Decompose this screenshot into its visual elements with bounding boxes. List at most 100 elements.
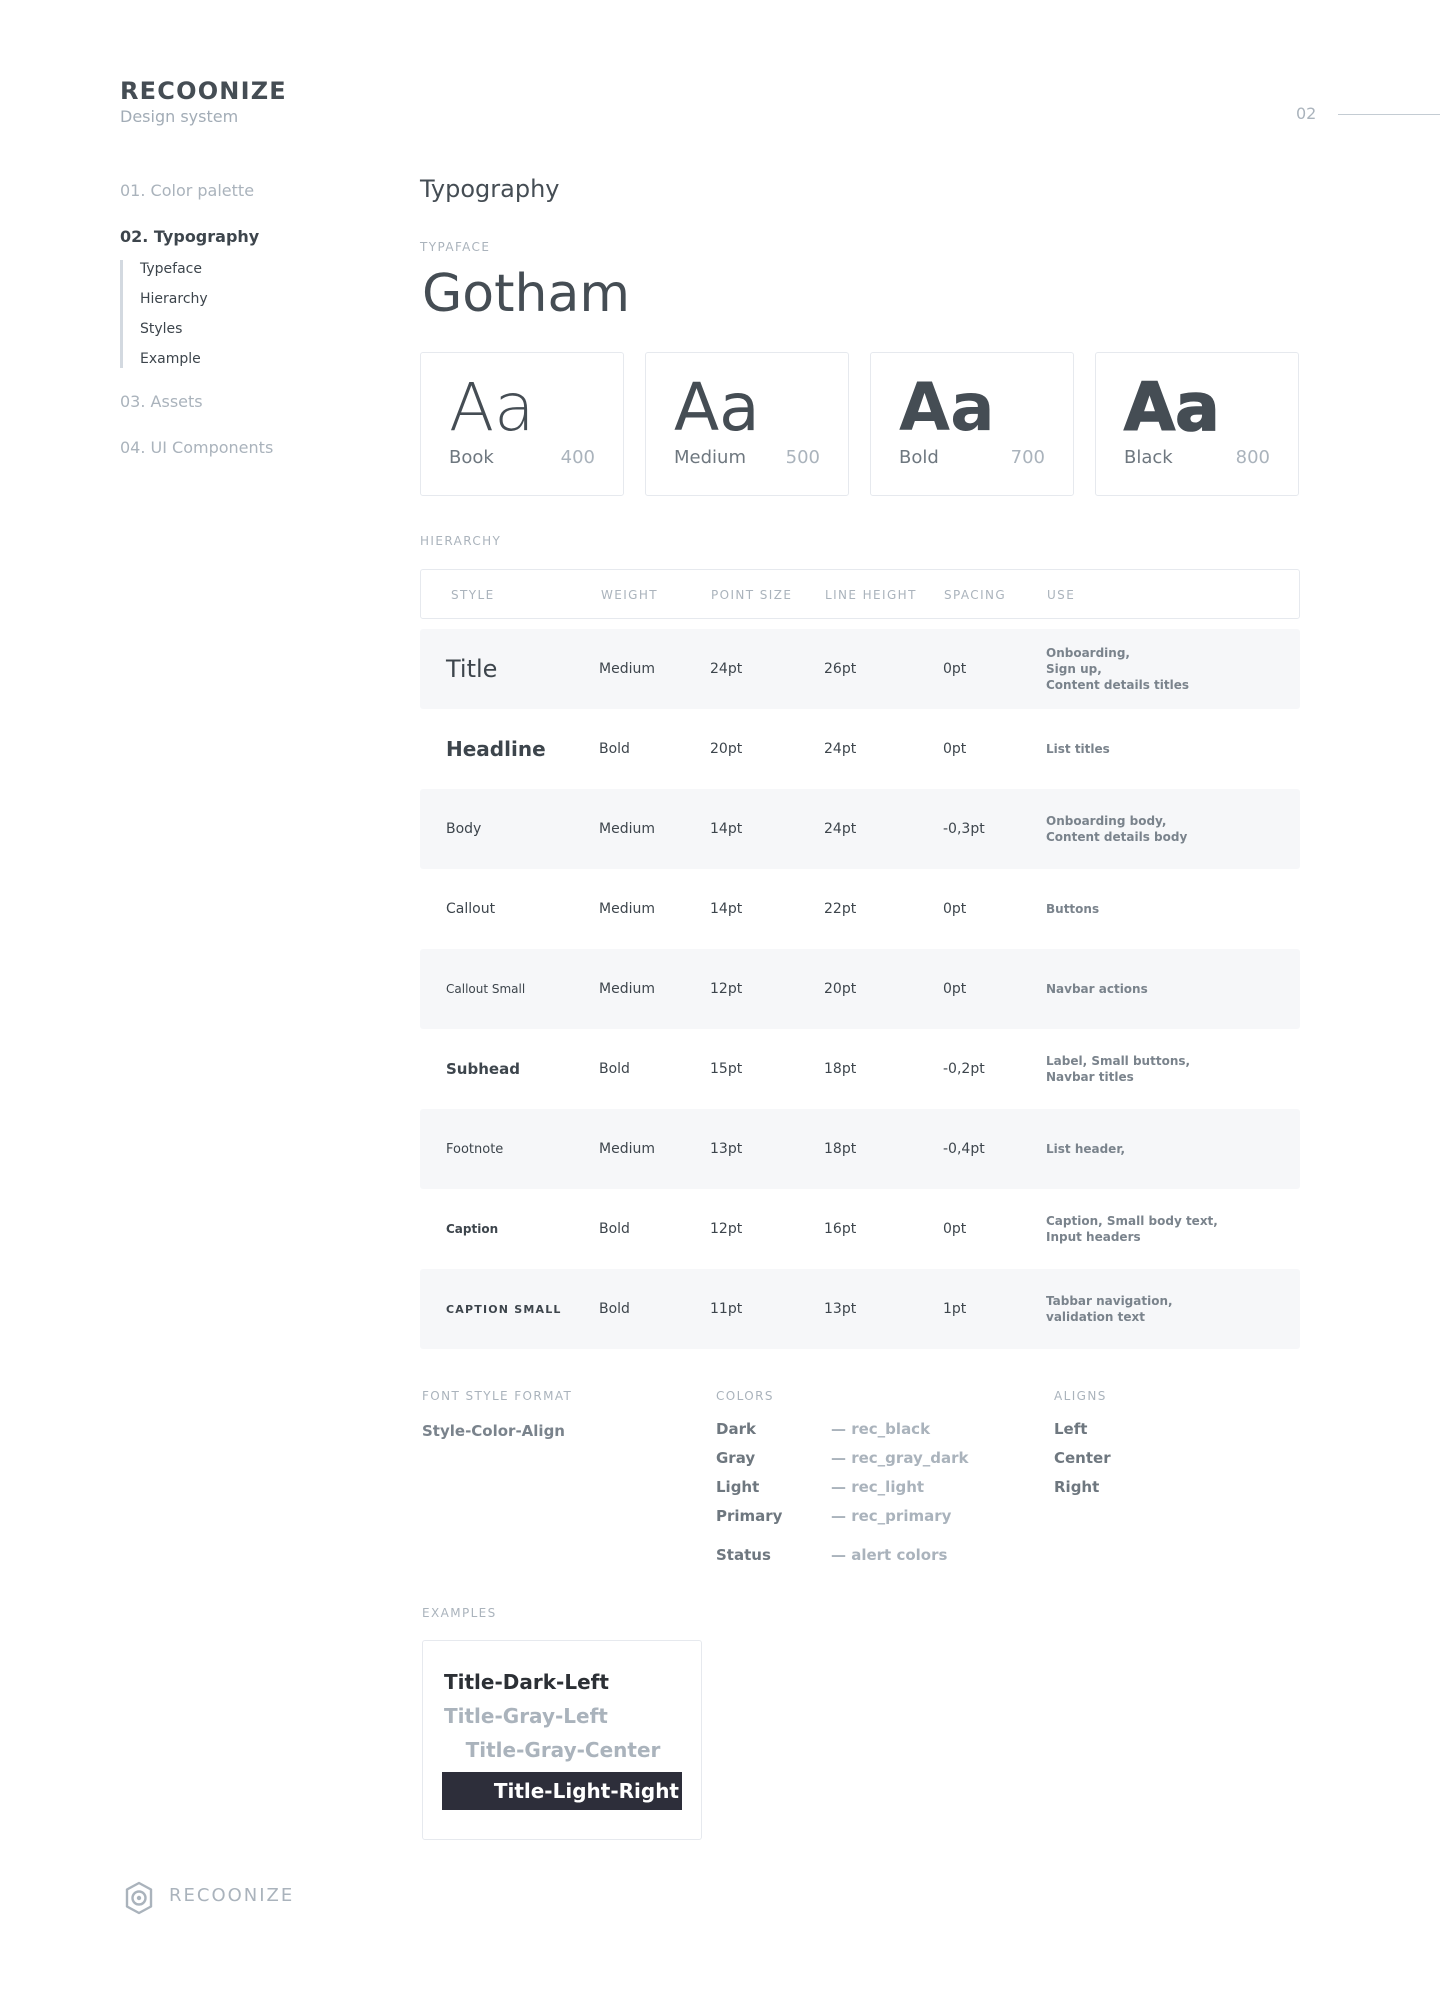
table-row: Title Medium 24pt 26pt 0pt Onboarding, S… (420, 629, 1300, 709)
spacing-cell: 1pt (943, 1301, 967, 1317)
color-row-primary: Primary — rec_primary (716, 1507, 1016, 1536)
use-cell: Label, Small buttons, Navbar titles (1046, 1054, 1191, 1084)
spacing-cell: 0pt (943, 1221, 967, 1237)
table-row: Callout Small Medium 12pt 20pt 0pt Navba… (420, 949, 1300, 1029)
style-cell: Callout Small (446, 982, 526, 996)
examples-box: Title-Dark-Left Title-Gray-Left Title-Gr… (422, 1640, 702, 1840)
brand-name: RECOONIZE (120, 77, 287, 105)
use-cell: Navbar actions (1046, 982, 1148, 996)
spacing-cell: 0pt (943, 661, 967, 677)
aligns-list: Left Center Right (1054, 1420, 1111, 1507)
column-header-spacing: SPACING (944, 588, 1007, 602)
font-style-format-value: Style-Color-Align (422, 1422, 565, 1440)
hierarchy-table-header: STYLE WEIGHT POINT SIZE LINE HEIGHT SPAC… (420, 569, 1300, 619)
typeface-label: TYPAFACE (420, 240, 491, 254)
line-height-cell: 24pt (824, 821, 857, 837)
weight-cell: Medium (599, 661, 655, 677)
spacing-cell: 0pt (943, 981, 967, 997)
size-cell: 14pt (710, 901, 743, 917)
table-row: Footnote Medium 13pt 18pt -0,4pt List he… (420, 1109, 1300, 1189)
use-cell: Tabbar navigation, validation text (1046, 1294, 1173, 1324)
size-cell: 12pt (710, 1221, 743, 1237)
brand: RECOONIZE Design system (120, 77, 287, 127)
nav-subitem-typeface[interactable]: Typeface (140, 260, 360, 278)
nav-item-ui-components[interactable]: 04. UI Components (120, 437, 360, 459)
color-name: Primary (716, 1507, 783, 1525)
nav-subitem-hierarchy[interactable]: Hierarchy (140, 290, 360, 308)
size-cell: 11pt (710, 1301, 743, 1317)
column-header-weight: WEIGHT (601, 588, 659, 602)
typeface-name: Gotham (422, 264, 630, 324)
weight-value: 800 (1235, 447, 1270, 468)
weight-value: 700 (1010, 447, 1045, 468)
hierarchy-label: HIERARCHY (420, 534, 502, 548)
hierarchy-table-body: Title Medium 24pt 26pt 0pt Onboarding, S… (420, 629, 1300, 1349)
color-row-status: Status — alert colors (716, 1546, 1016, 1575)
examples-label: EXAMPLES (422, 1606, 497, 1620)
weight-cards: Aa Book 400 Aa Medium 500 Aa Bold 700 Aa… (420, 352, 1300, 496)
align-left: Left (1054, 1420, 1088, 1438)
size-cell: 14pt (710, 821, 743, 837)
use-cell: List titles (1046, 742, 1110, 756)
style-cell: CAPTION SMALL (446, 1302, 562, 1316)
weight-cell: Bold (599, 741, 630, 757)
color-token: — rec_light (831, 1478, 925, 1496)
spacing-cell: 0pt (943, 901, 967, 917)
weight-sample: Aa (899, 369, 995, 446)
weight-cell: Medium (599, 901, 655, 917)
weight-name: Bold (899, 447, 939, 468)
example-title-light-right: Title-Light-Right (442, 1772, 682, 1810)
align-right: Right (1054, 1478, 1100, 1496)
size-cell: 15pt (710, 1061, 743, 1077)
page-number-line (1338, 114, 1440, 115)
column-header-line-height: LINE HEIGHT (825, 588, 917, 602)
weight-cell: Bold (599, 1301, 630, 1317)
color-name: Light (716, 1478, 760, 1496)
aligns-label: ALIGNS (1054, 1389, 1107, 1403)
weight-cell: Medium (599, 1141, 655, 1157)
spacing-cell: -0,2pt (943, 1061, 985, 1077)
spacing-cell: -0,4pt (943, 1141, 985, 1157)
weight-name: Medium (674, 447, 746, 468)
example-title-dark-left: Title-Dark-Left (444, 1670, 609, 1694)
nav-item-color-palette[interactable]: 01. Color palette (120, 180, 360, 202)
colors-label: COLORS (716, 1389, 774, 1403)
nav-subsection: Typeface Hierarchy Styles Example (120, 260, 360, 368)
nav-subitem-example[interactable]: Example (140, 350, 360, 368)
colors-list: Dark — rec_black Gray — rec_gray_dark Li… (716, 1420, 1016, 1575)
table-row: Body Medium 14pt 24pt -0,3pt Onboarding … (420, 789, 1300, 869)
color-token: — rec_primary (831, 1507, 952, 1525)
line-height-cell: 18pt (824, 1061, 857, 1077)
line-height-cell: 16pt (824, 1221, 857, 1237)
color-name: Gray (716, 1449, 756, 1467)
weight-name: Black (1124, 447, 1173, 468)
align-center: Center (1054, 1449, 1111, 1467)
use-cell: Buttons (1046, 902, 1100, 916)
example-title-gray-left: Title-Gray-Left (444, 1704, 608, 1728)
nav-item-typography[interactable]: 02. Typography (120, 226, 360, 248)
style-cell: Caption (446, 1222, 499, 1236)
column-header-point-size: POINT SIZE (711, 588, 793, 602)
weight-card-medium: Aa Medium 500 (645, 352, 849, 496)
color-token: — rec_black (831, 1420, 931, 1438)
color-row-dark: Dark — rec_black (716, 1420, 1016, 1449)
table-row: Subhead Bold 15pt 18pt -0,2pt Label, Sma… (420, 1029, 1300, 1109)
example-title-gray-center: Title-Gray-Center (465, 1738, 661, 1762)
line-height-cell: 22pt (824, 901, 857, 917)
weight-cell: Bold (599, 1221, 630, 1237)
nav-subitem-styles[interactable]: Styles (140, 320, 360, 338)
size-cell: 13pt (710, 1141, 743, 1157)
color-token: — alert colors (831, 1546, 948, 1564)
weight-cell: Medium (599, 821, 655, 837)
style-cell: Headline (446, 737, 546, 761)
color-name: Status (716, 1546, 771, 1564)
weight-sample: Aa (1123, 369, 1220, 446)
line-height-cell: 13pt (824, 1301, 857, 1317)
color-token: — rec_gray_dark (831, 1449, 969, 1467)
size-cell: 12pt (710, 981, 743, 997)
weight-sample: Aa (674, 369, 760, 446)
weight-sample: Aa (449, 369, 535, 446)
weight-value: 400 (560, 447, 595, 468)
nav-item-assets[interactable]: 03. Assets (120, 391, 360, 413)
spacing-cell: -0,3pt (943, 821, 985, 837)
